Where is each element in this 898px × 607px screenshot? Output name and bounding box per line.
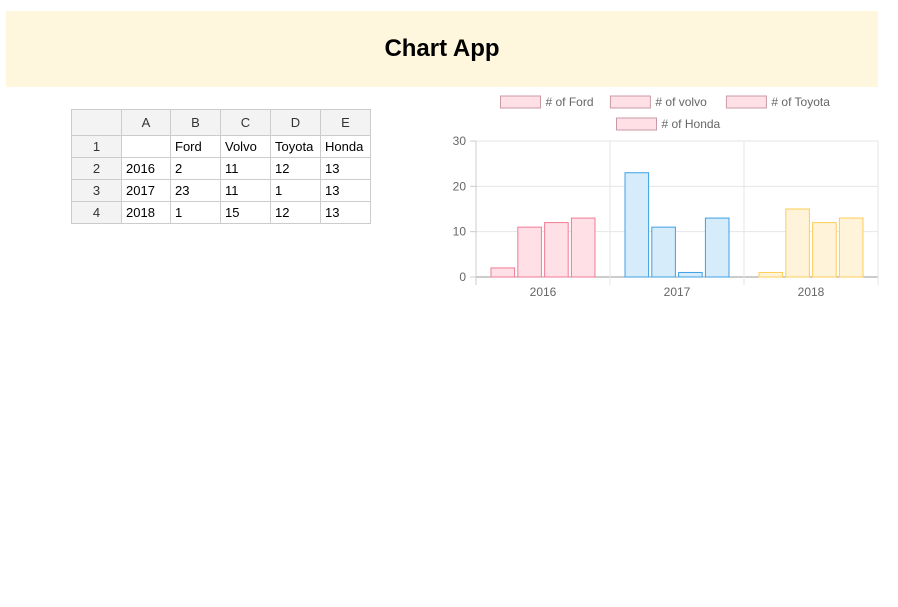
corner-cell[interactable] <box>71 109 122 136</box>
bar-2018-1 <box>758 271 784 278</box>
x-tick-label: 2016 <box>530 285 557 299</box>
column-header-a[interactable]: A <box>121 109 171 136</box>
table-row: 3 2017 23 11 1 13 <box>71 179 371 202</box>
y-tick-label: 30 <box>453 134 467 148</box>
cell-e3[interactable]: 13 <box>320 179 371 202</box>
app-title: Chart App <box>384 35 500 62</box>
column-header-d[interactable]: D <box>270 109 321 136</box>
y-tick-label: 20 <box>453 179 467 193</box>
bar-chart-canvas: 0 10 20 30 2016 2017 2018 # of Ford # of volvo # … <box>453 95 879 299</box>
table-row: 1 Ford Volvo Toyota Honda <box>71 135 371 158</box>
bar-2017-2 <box>651 226 676 278</box>
column-header-row: A B C D E <box>71 109 371 136</box>
cell-b2[interactable]: 2 <box>170 157 221 180</box>
cell-e4[interactable]: 13 <box>320 201 371 224</box>
legend-swatch <box>616 117 657 131</box>
bar-2018-4 <box>838 217 864 278</box>
cell-a2[interactable]: 2016 <box>121 157 171 180</box>
cell-e1[interactable]: Honda <box>320 135 371 158</box>
app-header: Chart App <box>6 11 878 87</box>
cell-d2[interactable]: 12 <box>270 157 321 180</box>
bar-2016-2 <box>517 226 542 278</box>
y-tick-label: 0 <box>459 270 466 284</box>
legend-label: # of Toyota <box>771 95 830 109</box>
bar-2017-4 <box>704 217 730 278</box>
table-row: 4 2018 1 15 12 13 <box>71 201 371 224</box>
bar-chart: 0 10 20 30 2016 2017 2018 # of Ford # of volvo # … <box>440 90 885 305</box>
bar-2017-3 <box>678 271 703 278</box>
cell-c2[interactable]: 11 <box>220 157 271 180</box>
cell-a4[interactable]: 2018 <box>121 201 171 224</box>
bar-2016-3 <box>544 222 569 278</box>
cell-e2[interactable]: 13 <box>320 157 371 180</box>
cell-c3[interactable]: 11 <box>220 179 271 202</box>
row-header[interactable]: 2 <box>71 157 122 180</box>
cell-a3[interactable]: 2017 <box>121 179 171 202</box>
cell-a1[interactable] <box>121 135 171 158</box>
bar-2017-1 <box>624 172 650 278</box>
table-row: 2 2016 2 11 12 13 <box>71 157 371 180</box>
legend-label: # of Honda <box>662 117 721 131</box>
bar-2016-4 <box>570 217 596 278</box>
cell-d1[interactable]: Toyota <box>270 135 321 158</box>
cell-b3[interactable]: 23 <box>170 179 221 202</box>
cell-c1[interactable]: Volvo <box>220 135 271 158</box>
bar-2016-1 <box>490 267 516 278</box>
cell-d4[interactable]: 12 <box>270 201 321 224</box>
legend-swatch <box>500 95 541 109</box>
cell-b1[interactable]: Ford <box>170 135 221 158</box>
legend-swatch <box>609 95 651 109</box>
row-header[interactable]: 3 <box>71 179 122 202</box>
row-header[interactable]: 1 <box>71 135 122 158</box>
bar-2018-3 <box>812 222 837 278</box>
y-tick-label: 10 <box>453 225 467 239</box>
column-header-c[interactable]: C <box>220 109 271 136</box>
spreadsheet-grid[interactable]: A B C D E 1 Ford Volvo Toyota Honda 2 20… <box>71 109 371 224</box>
column-header-e[interactable]: E <box>320 109 371 136</box>
row-header[interactable]: 4 <box>71 201 122 224</box>
legend-label: # of volvo <box>655 95 707 109</box>
legend-label: # of Ford <box>546 95 594 109</box>
bar-2018-2 <box>785 208 810 278</box>
x-tick-label: 2018 <box>798 285 825 299</box>
column-header-b[interactable]: B <box>170 109 221 136</box>
legend-swatch <box>725 95 767 109</box>
cell-d3[interactable]: 1 <box>270 179 321 202</box>
cell-b4[interactable]: 1 <box>170 201 221 224</box>
x-tick-label: 2017 <box>664 285 691 299</box>
cell-c4[interactable]: 15 <box>220 201 271 224</box>
